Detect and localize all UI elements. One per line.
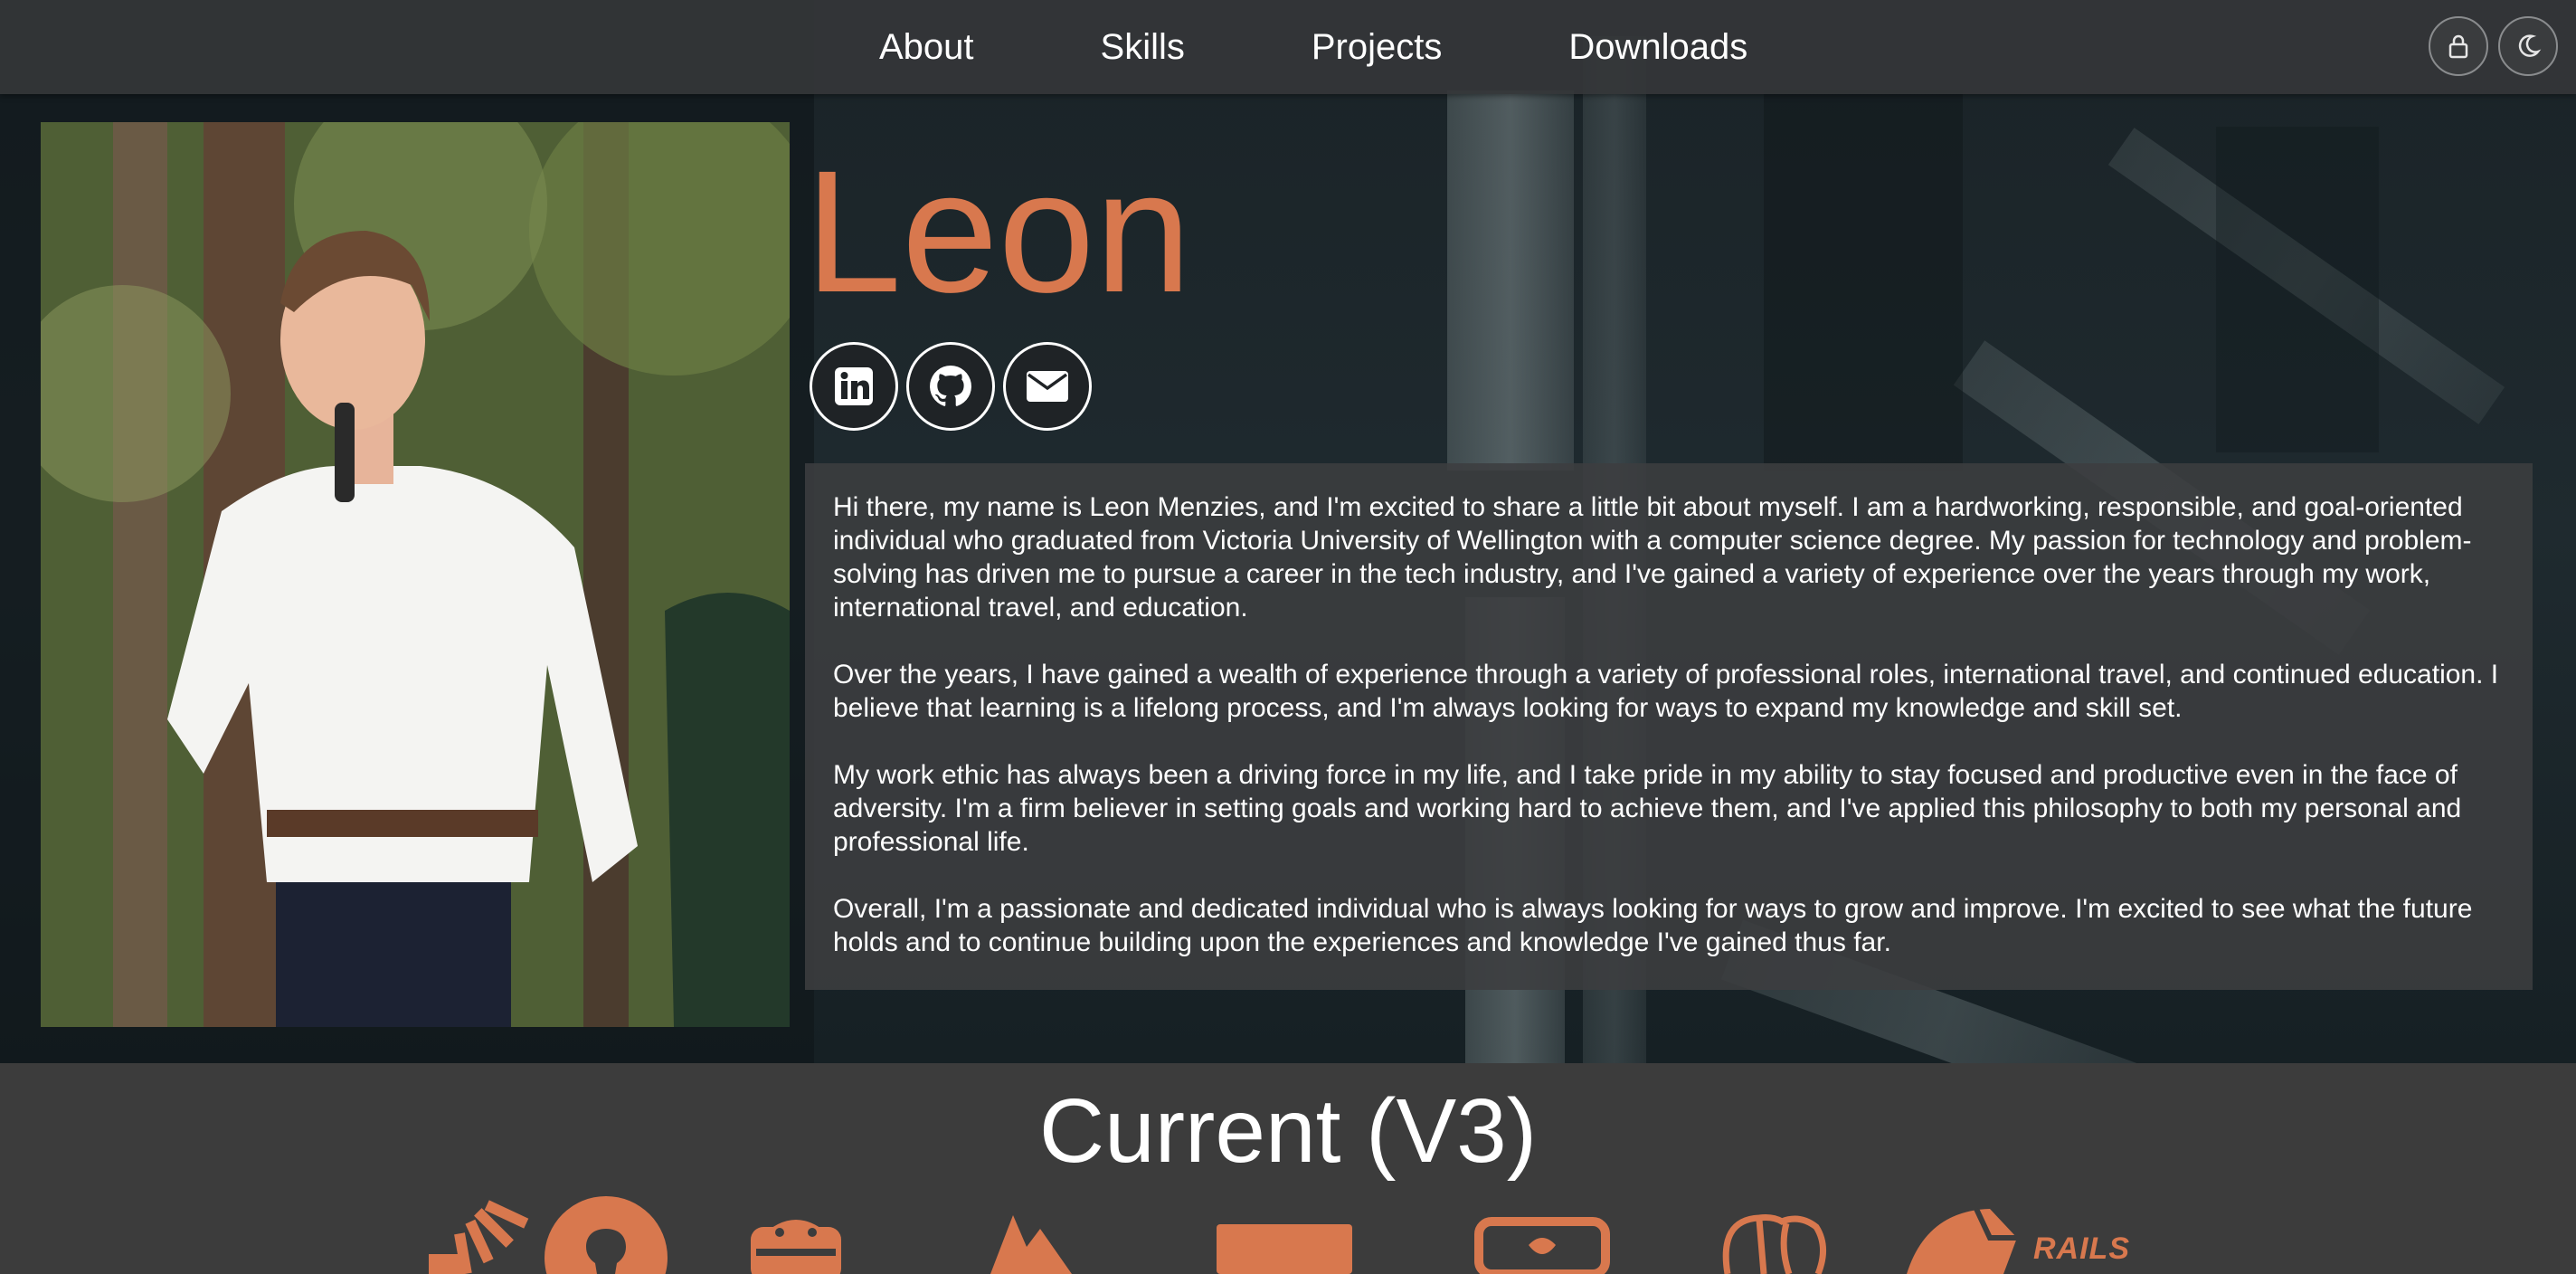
about-paragraph: Overall, I'm a passionate and dedicated … (833, 894, 2473, 957)
nav-skills[interactable]: Skills (1101, 27, 1185, 68)
about-paragraph: Hi there, my name is Leon Menzies, and I… (833, 492, 2472, 623)
lock-button[interactable] (2429, 16, 2488, 76)
profile-photo (41, 122, 790, 1027)
github-icon (930, 366, 971, 406)
nav-about[interactable]: About (879, 27, 974, 68)
nav-projects[interactable]: Projects (1312, 27, 1443, 68)
about-panel: Hi there, my name is Leon Menzies, and I… (805, 463, 2533, 990)
stackoverflow-icon (429, 1200, 529, 1274)
moon-icon (2518, 34, 2542, 57)
profile-name: Leon (805, 134, 1192, 328)
rails-icon (1907, 1207, 2017, 1274)
nav-links: About Skills Projects Downloads (879, 0, 1747, 94)
postgresql-icon (1722, 1214, 1826, 1274)
theme-toggle-button[interactable] (2498, 16, 2558, 76)
section-title: Current (V3) (1038, 1080, 1538, 1182)
email-button[interactable] (1003, 342, 1092, 431)
about-paragraph: My work ethic has always been a driving … (833, 760, 2462, 857)
email-icon (1027, 371, 1068, 402)
about-paragraph: Over the years, I have gained a wealth o… (833, 660, 2499, 723)
top-nav: About Skills Projects Downloads (0, 0, 2576, 94)
nav-downloads[interactable]: Downloads (1568, 27, 1747, 68)
linkedin-button[interactable] (810, 342, 898, 431)
firebase-icon (990, 1215, 1072, 1274)
github-icon (545, 1196, 668, 1274)
github-button[interactable] (906, 342, 995, 431)
android-icon (751, 1220, 841, 1274)
rails-label: RAILS (2033, 1231, 2130, 1266)
lock-icon (2448, 34, 2468, 59)
linkedin-icon (835, 367, 873, 405)
card-icon (1217, 1224, 1352, 1274)
devto-icon (1474, 1217, 1610, 1274)
current-section: Current (V3) RAILS (0, 1063, 2576, 1274)
